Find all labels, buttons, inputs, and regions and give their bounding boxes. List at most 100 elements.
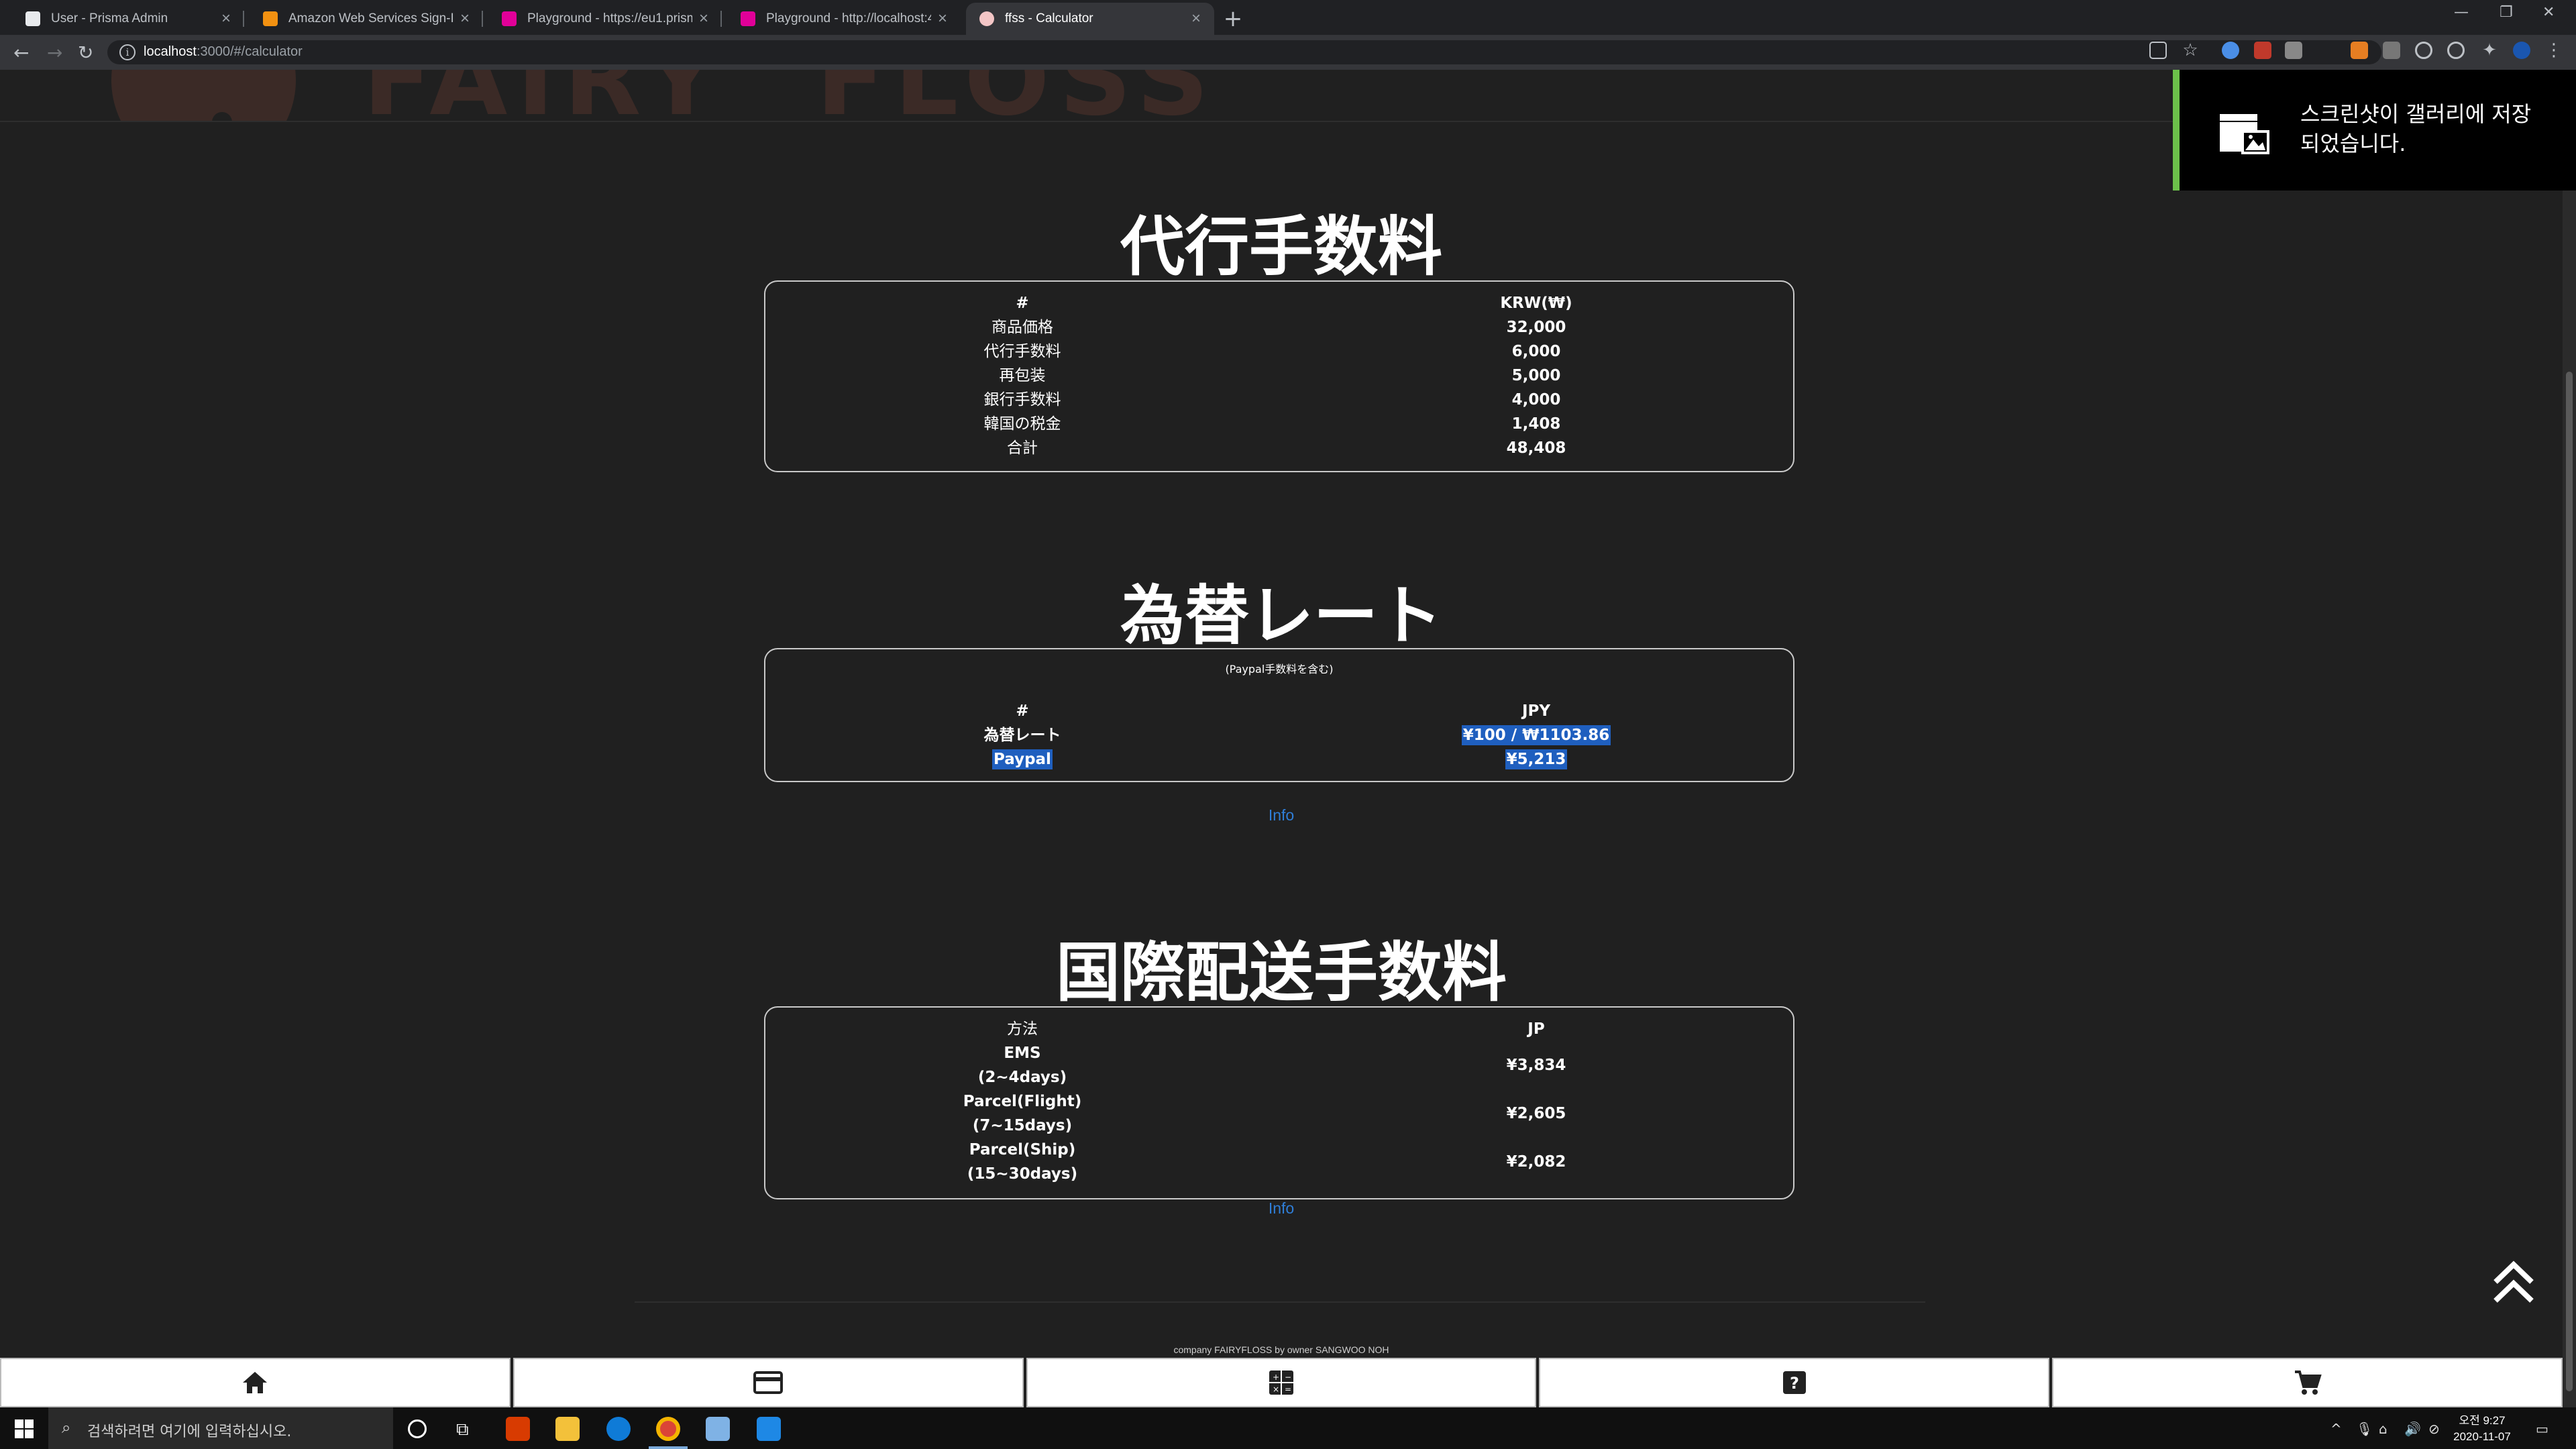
volume-icon[interactable]: 🔊 — [2404, 1421, 2421, 1437]
exchange-info-link[interactable]: Info — [0, 806, 2563, 824]
file-explorer-icon[interactable] — [555, 1417, 580, 1441]
scroll-to-top-icon[interactable] — [2490, 1259, 2537, 1306]
notifications-icon[interactable]: ▭ — [2536, 1421, 2548, 1437]
reload-icon[interactable]: ↻ — [78, 42, 93, 64]
windows-start-icon[interactable] — [15, 1419, 34, 1438]
paypal-fee-note: (Paypal手数料を含む) — [1225, 663, 1334, 676]
table-header-row: # JPY — [1016, 702, 1551, 720]
table-row: 為替レート ¥100 / ₩1103.86 — [983, 725, 1611, 745]
table-row: Parcel(Flight) (7~15days) ¥2,605 — [963, 1093, 1566, 1134]
exchange-rate-value: ¥100 / ₩1103.86 — [1461, 725, 1611, 745]
close-tab-icon[interactable]: × — [221, 9, 231, 28]
table-row: Paypal ¥5,213 — [765, 747, 1793, 771]
graphql-favicon-icon — [741, 11, 755, 26]
calculator-icon: + −× = — [1269, 1371, 1293, 1395]
office-app-icon[interactable] — [506, 1417, 530, 1441]
svg-text:+: + — [1273, 1373, 1279, 1382]
task-view-icon[interactable]: ⧉ — [456, 1419, 469, 1440]
extension-icon[interactable] — [2254, 42, 2271, 59]
nav-cart-button[interactable] — [2052, 1358, 2563, 1407]
prisma-favicon-icon — [25, 11, 40, 26]
extension-icon[interactable] — [2285, 42, 2302, 59]
page-scrollbar[interactable] — [2563, 70, 2576, 1407]
site-logo[interactable]: FAIRY FLOSS — [111, 70, 1218, 121]
translate-icon[interactable] — [2149, 42, 2167, 59]
profile-avatar[interactable] — [2513, 42, 2530, 59]
search-icon: ⌕ — [62, 1418, 71, 1437]
screenshot-saved-toast[interactable]: 스크린샷이 갤러리에 저장 되었습니다. — [2173, 70, 2576, 191]
extension-icon[interactable] — [2351, 42, 2368, 59]
bookmark-star-icon[interactable]: ☆ — [2182, 42, 2199, 59]
browser-tab-bar: User - Prisma Admin × Amazon Web Service… — [0, 0, 2576, 35]
address-url[interactable]: localhost:3000/#/calculator — [144, 44, 303, 60]
vscode-app-icon[interactable] — [757, 1417, 781, 1441]
shopping-cart-icon — [2294, 1371, 2322, 1395]
svg-text:×: × — [1273, 1385, 1279, 1394]
table-row: 銀行手数料 4,000 — [983, 391, 1561, 409]
table-row: 再包装 5,000 — [999, 367, 1561, 384]
ime-icon[interactable]: ⊘ — [2428, 1421, 2440, 1437]
taskbar-clock[interactable]: 오전 9:27 2020-11-07 — [2442, 1413, 2522, 1445]
table-row: EMS (2~4days) ¥3,834 — [977, 1044, 1566, 1086]
table-header-row: # KRW(₩) — [1016, 294, 1572, 312]
forward-arrow-icon[interactable]: → — [47, 42, 62, 64]
address-bar[interactable]: i localhost:3000/#/calculator — [107, 40, 2381, 64]
taskbar-search-box[interactable]: ⌕ 검색하려면 여기에 입력하십시오. — [48, 1407, 393, 1449]
commission-table: # KRW(₩) 商品価格 32,000 代行手数料 6,000 再包装 5,000 … — [764, 280, 1794, 472]
footer-divider — [635, 1301, 1925, 1303]
close-tab-icon[interactable]: × — [1191, 9, 1201, 28]
browser-tab-playground-eu1[interactable]: Playground - https://eu1.prisma × — [488, 3, 722, 35]
notepad-app-icon[interactable] — [706, 1417, 730, 1441]
nav-home-button[interactable] — [0, 1358, 511, 1407]
svg-text:?: ? — [1790, 1374, 1799, 1393]
windows-taskbar: ⌕ 검색하려면 여기에 입력하십시오. ⧉ ^ 🎙 ⌂ 🔊 ⊘ 오전 9:27 2… — [0, 1407, 2576, 1449]
nav-calculator-button[interactable]: + − × = — [1026, 1358, 1537, 1407]
exchange-rate-title: 為替レート — [1120, 578, 1442, 653]
nav-help-button[interactable]: ? — [1539, 1358, 2050, 1407]
edge-browser-icon[interactable] — [606, 1417, 631, 1441]
shipping-info-link[interactable]: Info — [0, 1199, 2563, 1218]
browser-menu-icon[interactable]: ⋮ — [2545, 42, 2563, 59]
copyright-text: company FAIRYFLOSS by owner SANGWOO NOH — [1173, 1344, 1389, 1355]
extension-icon[interactable] — [2447, 42, 2465, 59]
credit-card-icon — [753, 1371, 784, 1394]
network-icon[interactable]: ⌂ — [2379, 1421, 2387, 1437]
paypal-label: Paypal — [992, 749, 1053, 769]
extension-icon[interactable] — [2383, 42, 2400, 59]
table-row: 代行手数料 6,000 — [983, 343, 1561, 360]
commission-title: 代行手数料 — [1120, 209, 1442, 284]
help-icon: ? — [1782, 1371, 1806, 1394]
svg-text:−: − — [1285, 1373, 1291, 1382]
close-window-button[interactable]: ✕ — [2542, 4, 2555, 21]
page-content: FAIRY FLOSS 文A JP ⌄ 代行手数料 # KRW(₩) 商品価格3… — [0, 70, 2563, 1358]
tray-chevron-up-icon[interactable]: ^ — [2330, 1421, 2342, 1437]
chrome-browser-icon[interactable] — [656, 1417, 680, 1441]
browser-tab-calculator[interactable]: ffss - Calculator × — [966, 3, 1214, 35]
restore-window-button[interactable]: ❐ — [2500, 4, 2513, 21]
browser-tab-aws[interactable]: Amazon Web Services Sign-In × — [250, 3, 483, 35]
extension-icon[interactable] — [2415, 42, 2432, 59]
scrollbar-thumb[interactable] — [2566, 372, 2573, 1391]
extension-icon[interactable] — [2222, 42, 2239, 59]
nav-payment-button[interactable] — [513, 1358, 1024, 1407]
close-tab-icon[interactable]: × — [938, 9, 947, 28]
table-row: 合計 48,408 — [1007, 439, 1566, 457]
active-app-indicator — [649, 1446, 688, 1449]
puzzle-extensions-icon[interactable]: ✦ — [2481, 42, 2498, 59]
cortana-icon[interactable] — [408, 1419, 427, 1438]
back-arrow-icon[interactable]: ← — [13, 42, 29, 64]
new-tab-button[interactable]: + — [1220, 5, 1246, 32]
microphone-icon[interactable]: 🎙 — [2356, 1421, 2373, 1437]
close-tab-icon[interactable]: × — [460, 9, 470, 28]
logo-mark — [111, 70, 296, 121]
browser-tab-prisma-admin[interactable]: User - Prisma Admin × — [12, 3, 244, 35]
shipping-table: 方法 JP EMS (2~4days) ¥3,834 Parcel(Flight)… — [764, 1006, 1794, 1199]
table-row: 韓国の税金 1,408 — [983, 415, 1561, 433]
table-row: 商品価格 32,000 — [991, 319, 1566, 336]
table-header-row: 方法 JP — [1007, 1020, 1545, 1038]
minimize-window-button[interactable]: — — [2454, 4, 2469, 21]
close-tab-icon[interactable]: × — [699, 9, 708, 28]
svg-text:=: = — [1285, 1385, 1291, 1394]
browser-tab-playground-localhost[interactable]: Playground - http://localhost:40 × — [727, 3, 961, 35]
site-info-icon[interactable]: i — [119, 44, 136, 60]
